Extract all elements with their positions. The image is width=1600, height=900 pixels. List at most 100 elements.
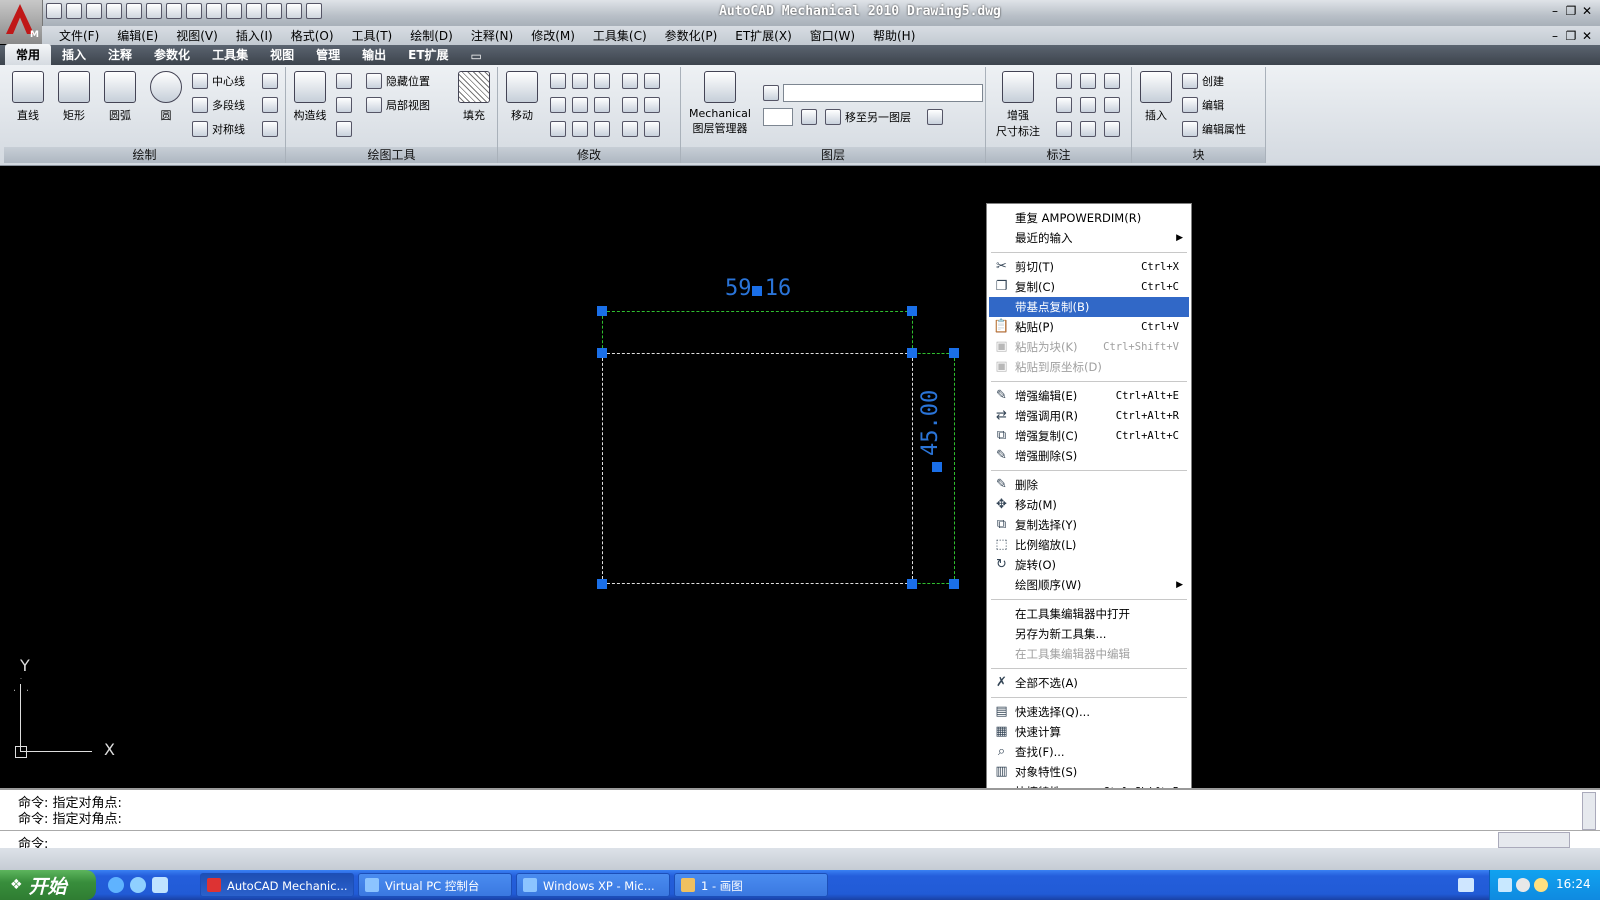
centerline-button[interactable]: 中心线 <box>192 71 245 91</box>
layer-iso-icon[interactable] <box>927 109 943 125</box>
copy-tool-icon[interactable] <box>550 73 566 89</box>
arc-button[interactable]: 圆弧 <box>100 71 140 123</box>
menu-tools[interactable]: 工具(T) <box>343 27 402 44</box>
trim2-tool-icon[interactable] <box>622 97 638 113</box>
text-icon[interactable] <box>262 73 278 89</box>
edit-block-button[interactable]: 编辑 <box>1182 95 1224 115</box>
grip[interactable] <box>597 348 607 358</box>
menu-modify[interactable]: 修改(M) <box>522 27 584 44</box>
security-icon[interactable] <box>1534 878 1548 892</box>
context-menu-item[interactable]: ⧉ 复制选择(Y) <box>989 515 1189 535</box>
context-menu-item[interactable]: 在工具集编辑器中打开 <box>989 604 1189 624</box>
context-menu-item[interactable]: ▤ 快速选择(Q)... <box>989 702 1189 722</box>
panel-modify-title[interactable]: 修改 <box>498 147 680 163</box>
menu-parametric[interactable]: 参数化(P) <box>656 27 727 44</box>
taskbar-button-paint[interactable]: 1 - 画图 <box>674 873 828 897</box>
context-menu-item[interactable]: 最近的输入 ▶ <box>989 228 1189 248</box>
context-menu-item[interactable]: 带基点复制(B) <box>989 297 1189 317</box>
grip[interactable] <box>932 462 942 472</box>
close-button[interactable]: ✕ <box>1580 4 1594 18</box>
show-desktop-icon[interactable] <box>130 877 146 893</box>
erase-tool-icon[interactable] <box>644 73 660 89</box>
tab-annotate[interactable]: 注释 <box>97 44 143 65</box>
rectangle-button[interactable]: 矩形 <box>54 71 94 123</box>
context-menu-item[interactable]: ⇄ 增强调用(R) Ctrl+Alt+R <box>989 406 1189 426</box>
dim-aligned-icon[interactable] <box>1056 73 1072 89</box>
grip[interactable] <box>597 579 607 589</box>
menu-help[interactable]: 帮助(H) <box>864 27 924 44</box>
dim-angle-icon[interactable] <box>1056 97 1072 113</box>
context-menu-item[interactable]: ↻ 旋转(O) <box>989 555 1189 575</box>
save-as-icon[interactable] <box>106 3 122 19</box>
tab-parametric[interactable]: 参数化 <box>143 44 201 65</box>
context-menu-item[interactable]: 另存为新工具集... <box>989 624 1189 644</box>
tab-home[interactable]: 常用 <box>5 44 52 65</box>
layer-manager-button[interactable]: Mechanical 图层管理器 <box>687 71 753 136</box>
context-menu-item[interactable]: 绘图顺序(W) ▶ <box>989 575 1189 595</box>
layer-color-dropdown[interactable] <box>763 108 793 126</box>
context-menu-item[interactable]: ✗ 全部不选(A) <box>989 673 1189 693</box>
menu-file[interactable]: 文件(F) <box>50 27 108 44</box>
command-scrollbar[interactable] <box>1582 792 1596 830</box>
publish-icon[interactable] <box>186 3 202 19</box>
context-menu-item[interactable]: ❐ 复制(C) Ctrl+C <box>989 277 1189 297</box>
tab-insert[interactable]: 插入 <box>51 44 97 65</box>
circle-tool-icon[interactable] <box>336 73 352 89</box>
fillet-tool-icon[interactable] <box>572 97 588 113</box>
context-menu-item[interactable]: ⧉ 增强复制(C) Ctrl+Alt+C <box>989 426 1189 446</box>
context-menu-item[interactable]: 📋 粘贴(P) Ctrl+V <box>989 317 1189 337</box>
break-tool-icon[interactable] <box>336 121 352 137</box>
context-menu-item[interactable]: ✥ 移动(M) <box>989 495 1189 515</box>
undo-icon[interactable] <box>126 3 142 19</box>
menu-insert[interactable]: 插入(I) <box>227 27 282 44</box>
context-menu-item[interactable]: ▦ 快速计算 <box>989 722 1189 742</box>
menu-annotate[interactable]: 注释(N) <box>462 27 522 44</box>
ie-icon[interactable] <box>108 877 124 893</box>
move-button[interactable]: 移动 <box>502 71 542 123</box>
scale-tool-icon[interactable] <box>594 73 610 89</box>
volume-icon[interactable] <box>1516 878 1530 892</box>
trim-tool-icon[interactable] <box>336 97 352 113</box>
panel-block-title[interactable]: 块 <box>1132 147 1265 163</box>
dim-linear-icon[interactable] <box>1080 73 1096 89</box>
ribbon-minimize-icon[interactable]: ▭ <box>460 47 493 65</box>
panel-drawtools-title[interactable]: 绘图工具 <box>286 147 497 163</box>
open-icon[interactable] <box>66 3 82 19</box>
doc-close-button[interactable]: ✕ <box>1580 29 1594 43</box>
selected-rectangle[interactable] <box>602 353 913 584</box>
context-menu-item[interactable]: ✎ 增强删除(S) <box>989 446 1189 466</box>
edit-tool-icon[interactable] <box>550 121 566 137</box>
layer-dropdown[interactable] <box>783 84 983 102</box>
minimize-button[interactable]: – <box>1548 4 1562 18</box>
taskbar-button-virtualpc[interactable]: Virtual PC 控制台 <box>358 873 512 897</box>
restore-button[interactable]: ❐ <box>1564 4 1578 18</box>
plot-icon[interactable] <box>266 3 282 19</box>
clock[interactable]: 16:24 <box>1556 877 1591 891</box>
command-hscrollbar[interactable] <box>1498 832 1570 848</box>
keyboard-icon[interactable] <box>1458 878 1474 892</box>
tab-output[interactable]: 输出 <box>351 44 397 65</box>
dim-arc-icon[interactable] <box>1080 97 1096 113</box>
context-menu-item[interactable]: 重复 AMPOWERDIM(R) <box>989 208 1189 228</box>
taskbar-button-autocad[interactable]: AutoCAD Mechanic... <box>200 873 354 897</box>
dim-leader-icon[interactable] <box>1056 121 1072 137</box>
polyline-button[interactable]: 多段线 <box>192 95 245 115</box>
tab-et-express[interactable]: ET扩展 <box>397 44 459 65</box>
tab-manage[interactable]: 管理 <box>305 44 351 65</box>
menu-draw[interactable]: 绘制(D) <box>401 27 462 44</box>
start-button[interactable]: ❖ 开始 <box>0 870 96 900</box>
spline-icon[interactable] <box>262 97 278 113</box>
region-icon[interactable] <box>262 121 278 137</box>
menu-format[interactable]: 格式(O) <box>282 27 343 44</box>
menu-toolsets[interactable]: 工具集(C) <box>584 27 656 44</box>
detail-button[interactable]: 局部视图 <box>366 95 430 115</box>
dim-radius-icon[interactable] <box>1104 97 1120 113</box>
stretch-tool-icon[interactable] <box>550 97 566 113</box>
array-tool-icon[interactable] <box>622 73 638 89</box>
symline-button[interactable]: 对称线 <box>192 119 245 139</box>
etransmit-icon[interactable] <box>246 3 262 19</box>
dim-vertical-icon[interactable] <box>1104 73 1120 89</box>
context-menu-item[interactable]: ✎ 增强编辑(E) Ctrl+Alt+E <box>989 386 1189 406</box>
dim-diameter-icon[interactable] <box>1080 121 1096 137</box>
hide-button[interactable]: 隐藏位置 <box>366 71 430 91</box>
